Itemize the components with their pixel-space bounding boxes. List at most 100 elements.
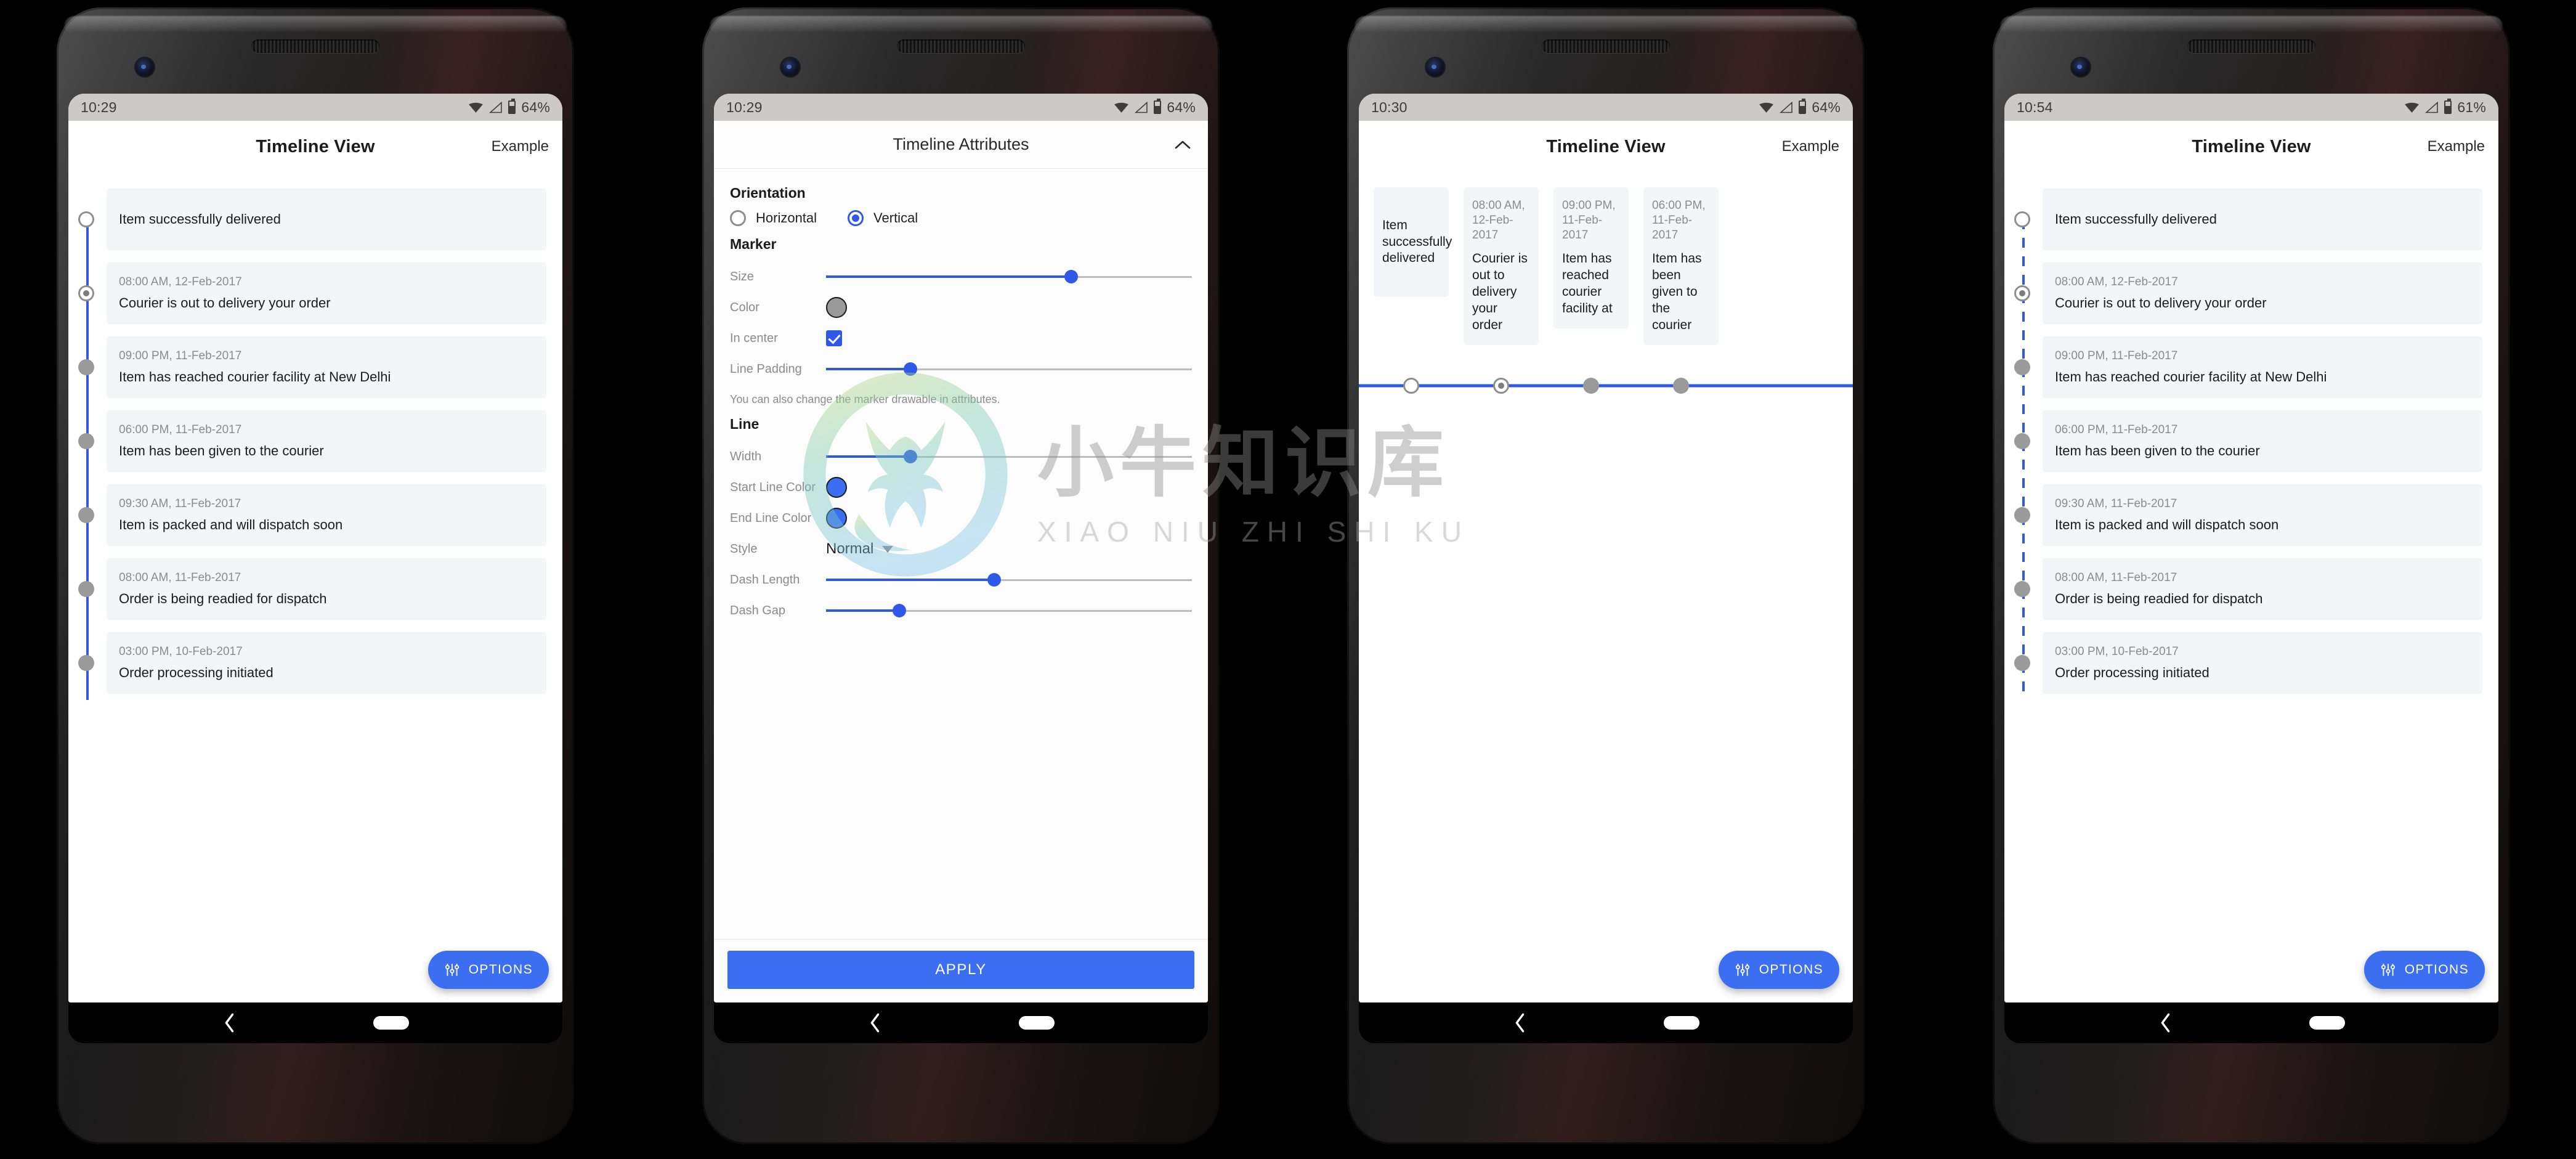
timeline-message: Item has been given to the courier	[2055, 443, 2260, 458]
phone-screen-3: 10:30 64% Timeline View Example Item suc…	[1359, 94, 1853, 1002]
back-chevron-icon[interactable]	[1512, 1012, 1528, 1033]
apply-button[interactable]: APPLY	[727, 951, 1194, 989]
end-line-color-swatch[interactable]	[826, 508, 847, 529]
timeline-card[interactable]: 06:00 PM, 11-Feb-2017 Item has been given…	[2043, 410, 2482, 472]
timeline-card[interactable]: 08:00 AM, 11-Feb-2017 Order is being read…	[107, 558, 546, 620]
home-pill-icon[interactable]	[1019, 1016, 1055, 1030]
appbar-action-example[interactable]: Example	[1782, 138, 1839, 155]
timeline-item[interactable]: 08:00 AM, 11-Feb-2017 Order is being read…	[2004, 552, 2498, 626]
marker-size-slider[interactable]	[826, 270, 1192, 283]
timeline-marker-empty	[2014, 211, 2030, 227]
marker-color-swatch[interactable]	[826, 297, 847, 318]
back-chevron-icon[interactable]	[222, 1012, 238, 1033]
timeline-card[interactable]: 03:00 PM, 10-Feb-2017 Order processing in…	[107, 632, 546, 694]
timeline-item[interactable]: 06:00 PM, 11-Feb-2017 Item has been given…	[2004, 404, 2498, 478]
options-fab[interactable]: OPTIONS	[427, 951, 549, 989]
timeline-message: Order is being readied for dispatch	[119, 591, 327, 606]
tune-sliders-icon	[1735, 964, 1749, 976]
phone-glass-highlight	[1355, 16, 1857, 32]
status-bar: 10:29 64%	[714, 94, 1208, 121]
timeline-item[interactable]: 08:00 AM, 11-Feb-2017 Order is being read…	[68, 552, 562, 626]
timeline-marker-filled	[78, 359, 94, 375]
home-pill-icon[interactable]	[1664, 1016, 1699, 1030]
timeline-item[interactable]: 09:00 PM, 11-Feb-2017 Item has reached co…	[2004, 330, 2498, 404]
timeline-card[interactable]: 09:30 AM, 11-Feb-2017 Item is packed and …	[107, 484, 546, 546]
timeline-card[interactable]: 08:00 AM, 12-Feb-2017 Courier is out to d…	[107, 262, 546, 324]
timeline-marker-empty	[78, 211, 94, 227]
timeline-item[interactable]: 09:30 AM, 11-Feb-2017 Item is packed and …	[68, 478, 562, 552]
timeline-message: Item has reached courier facility at	[1562, 251, 1613, 315]
options-fab-label: OPTIONS	[2404, 962, 2469, 977]
timeline-item[interactable]: 08:00 AM, 12-Feb-2017 Courier is out to d…	[68, 256, 562, 330]
start-line-color-swatch[interactable]	[826, 477, 847, 498]
in-center-checkbox[interactable]	[826, 330, 842, 346]
line-width-slider[interactable]	[826, 450, 1192, 463]
timeline-card[interactable]: 03:00 PM, 10-Feb-2017 Order processing in…	[2043, 632, 2482, 694]
timeline-timestamp: 09:00 PM, 11-Feb-2017	[2055, 349, 2178, 362]
timeline-item[interactable]: 08:00 AM, 12-Feb-2017 Courier is out to d…	[2004, 256, 2498, 330]
timeline-card[interactable]: Item successfully delivered	[107, 189, 546, 250]
screenshot-stage: 10:29 64% Timeline View Example Item suc…	[0, 0, 2576, 1159]
timeline-card[interactable]: 09:00 PM, 11-Feb-2017 Item has reached co…	[2043, 336, 2482, 398]
in-center-label: In center	[730, 331, 778, 345]
battery-icon	[1799, 99, 1807, 114]
timeline-marker-filled	[2014, 359, 2030, 375]
chevron-up-icon[interactable]	[1173, 139, 1192, 151]
line-style-label: Style	[730, 542, 758, 556]
timeline-card[interactable]: 06:00 PM, 11-Feb-2017 Item has been given…	[107, 410, 546, 472]
timeline-vertical-dashed[interactable]: Item successfully delivered 08:00 AM, 12-…	[2004, 173, 2498, 1002]
timeline-timestamp: 06:00 PM, 11-Feb-2017	[2055, 423, 2178, 436]
appbar-action-example[interactable]: Example	[492, 138, 549, 155]
page-title: Timeline View	[256, 136, 375, 157]
dash-gap-slider[interactable]	[826, 604, 1192, 617]
radio-vertical[interactable]	[848, 210, 864, 226]
options-fab[interactable]: OPTIONS	[1718, 951, 1839, 989]
timeline-timestamp: 09:30 AM, 11-Feb-2017	[119, 497, 241, 510]
timeline-card[interactable]: 09:30 AM, 11-Feb-2017 Item is packed and …	[2043, 484, 2482, 546]
options-fab[interactable]: OPTIONS	[2363, 951, 2485, 989]
timeline-item[interactable]: 06:00 PM, 11-Feb-2017 Item has been given…	[68, 404, 562, 478]
sheet-body: Orientation Horizontal Vertical Marker S…	[714, 169, 1208, 939]
back-chevron-icon[interactable]	[2158, 1012, 2174, 1033]
home-pill-icon[interactable]	[2309, 1016, 2345, 1030]
phone-device-1: 10:29 64% Timeline View Example Item suc…	[57, 7, 574, 1144]
timeline-card[interactable]: 08:00 AM, 12-Feb-2017 Courier is out to d…	[1464, 187, 1539, 345]
front-camera-icon	[781, 58, 800, 76]
orientation-radio-group[interactable]: Horizontal Vertical	[730, 210, 1192, 226]
timeline-marker-active	[78, 285, 94, 301]
timeline-marker-empty	[1403, 377, 1419, 394]
timeline-item[interactable]: Item successfully delivered	[2004, 182, 2498, 256]
back-chevron-icon[interactable]	[867, 1012, 883, 1033]
timeline-card[interactable]: Item successfully delivered	[1374, 187, 1452, 297]
line-style-spinner[interactable]: Normal	[826, 540, 894, 558]
home-pill-icon[interactable]	[373, 1016, 409, 1030]
timeline-timestamp: 08:00 AM, 12-Feb-2017	[2055, 275, 2178, 288]
timeline-card[interactable]: Item successfully delivered	[2043, 189, 2482, 250]
timeline-card[interactable]: 06:00 PM, 11-Feb-2017 Item has been given…	[1643, 187, 1719, 345]
timeline-vertical[interactable]: Item successfully delivered 08:00 AM, 12-…	[68, 173, 562, 1002]
timeline-item[interactable]: 03:00 PM, 10-Feb-2017 Order processing in…	[68, 626, 562, 700]
line-padding-slider[interactable]	[826, 362, 1192, 376]
appbar-action-example[interactable]: Example	[2428, 138, 2485, 155]
timeline-card[interactable]: 08:00 AM, 11-Feb-2017 Order is being read…	[2043, 558, 2482, 620]
radio-horizontal-label: Horizontal	[756, 210, 817, 226]
wifi-icon	[2405, 102, 2420, 113]
timeline-item[interactable]: 09:30 AM, 11-Feb-2017 Item is packed and …	[2004, 478, 2498, 552]
timeline-item[interactable]: 03:00 PM, 10-Feb-2017 Order processing in…	[2004, 626, 2498, 700]
dash-length-slider[interactable]	[826, 573, 1192, 587]
timeline-message: Item has reached courier facility at New…	[2055, 369, 2327, 384]
timeline-horizontal[interactable]: Item successfully delivered 08:00 AM, 12-…	[1359, 173, 1853, 1002]
timeline-message: Item has been given to the courier	[1652, 251, 1702, 332]
timeline-item[interactable]: 09:00 PM, 11-Feb-2017 Item has reached co…	[68, 330, 562, 404]
timeline-card[interactable]: 08:00 AM, 12-Feb-2017 Courier is out to d…	[2043, 262, 2482, 324]
timeline-item[interactable]: Item successfully delivered	[68, 182, 562, 256]
attr-row-marker-size: Size	[730, 261, 1192, 292]
timeline-marker-active	[2014, 285, 2030, 301]
timeline-message: Courier is out to delivery your order	[119, 295, 331, 311]
timeline-timestamp: 08:00 AM, 12-Feb-2017	[1472, 199, 1525, 242]
timeline-card[interactable]: 09:00 PM, 11-Feb-2017 Item has reached co…	[1553, 187, 1629, 328]
radio-horizontal[interactable]	[730, 210, 746, 226]
battery-percent: 64%	[1167, 99, 1196, 115]
timeline-card[interactable]: 09:00 PM, 11-Feb-2017 Item has reached co…	[107, 336, 546, 398]
battery-percent: 64%	[1812, 99, 1841, 115]
